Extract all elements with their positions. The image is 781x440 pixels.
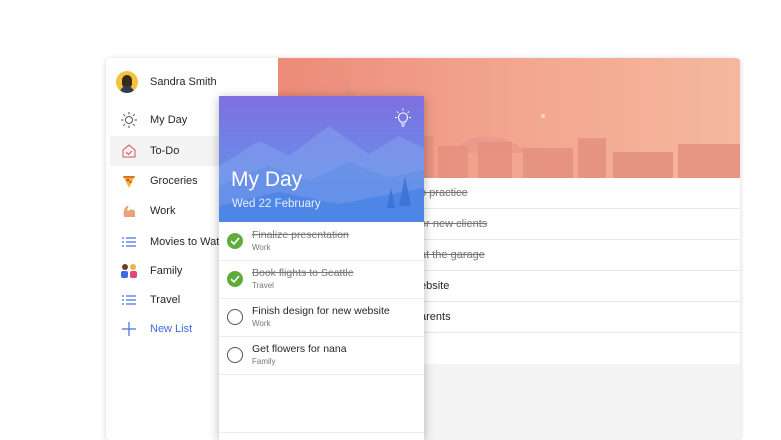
family-icon: [114, 263, 144, 279]
pizza-icon: [114, 173, 144, 189]
task-title: Finalize presentation: [252, 229, 349, 241]
task-title: Get flowers for nana: [252, 343, 347, 355]
page-title: My Day: [231, 168, 303, 191]
list-icon: [114, 294, 144, 306]
plus-icon: [114, 322, 144, 336]
list-item-text: arents: [420, 311, 451, 323]
task-list-name: Work: [252, 319, 271, 328]
my-day-panel: My Day Wed 22 February Finalize presenta…: [219, 96, 424, 440]
list-item-text: at the garage: [420, 249, 485, 261]
sidebar-item-label: Groceries: [150, 175, 198, 187]
completed-check-icon[interactable]: [227, 233, 243, 249]
sun-icon: [114, 111, 144, 129]
empty-circle-checkbox[interactable]: [227, 309, 243, 325]
sidebar-item-label: New List: [150, 323, 193, 335]
profile-name: Sandra Smith: [150, 76, 217, 88]
task-row[interactable]: Book flights to Seattle Travel: [219, 260, 424, 299]
home-icon: [114, 143, 144, 159]
list-item-text: or new clients: [420, 218, 488, 230]
my-day-header: My Day Wed 22 February: [219, 96, 424, 222]
profile[interactable]: Sandra Smith: [116, 70, 217, 94]
task-row[interactable]: Finish design for new website Work: [219, 298, 424, 337]
task-row[interactable]: Finalize presentation Work: [219, 222, 424, 261]
sidebar-item-label: My Day: [150, 114, 188, 126]
list-item-text: ebsite: [420, 280, 450, 292]
task-list-name: Work: [252, 243, 271, 252]
empty-circle-checkbox[interactable]: [227, 347, 243, 363]
list-icon: [114, 236, 144, 248]
lightbulb-icon[interactable]: [392, 108, 414, 130]
sidebar-item-label: Family: [150, 265, 183, 277]
sidebar-item-label: To-Do: [150, 145, 180, 157]
task-row[interactable]: Get flowers for nana Family: [219, 336, 424, 375]
flexed-arm-icon: [114, 203, 144, 219]
list-item-text: o practice: [420, 187, 468, 199]
page-date: Wed 22 February: [232, 198, 321, 210]
task-title: Book flights to Seattle: [252, 267, 354, 279]
task-list-name: Travel: [252, 281, 274, 290]
completed-check-icon[interactable]: [227, 271, 243, 287]
task-title: Finish design for new website: [252, 305, 390, 317]
sidebar-item-label: Movies to Wat: [150, 236, 220, 248]
add-task-bar[interactable]: [219, 432, 424, 440]
task-list-name: Family: [252, 357, 276, 366]
sidebar-item-label: Travel: [150, 294, 181, 306]
avatar: [116, 71, 138, 93]
sidebar-item-label: Work: [150, 205, 176, 217]
